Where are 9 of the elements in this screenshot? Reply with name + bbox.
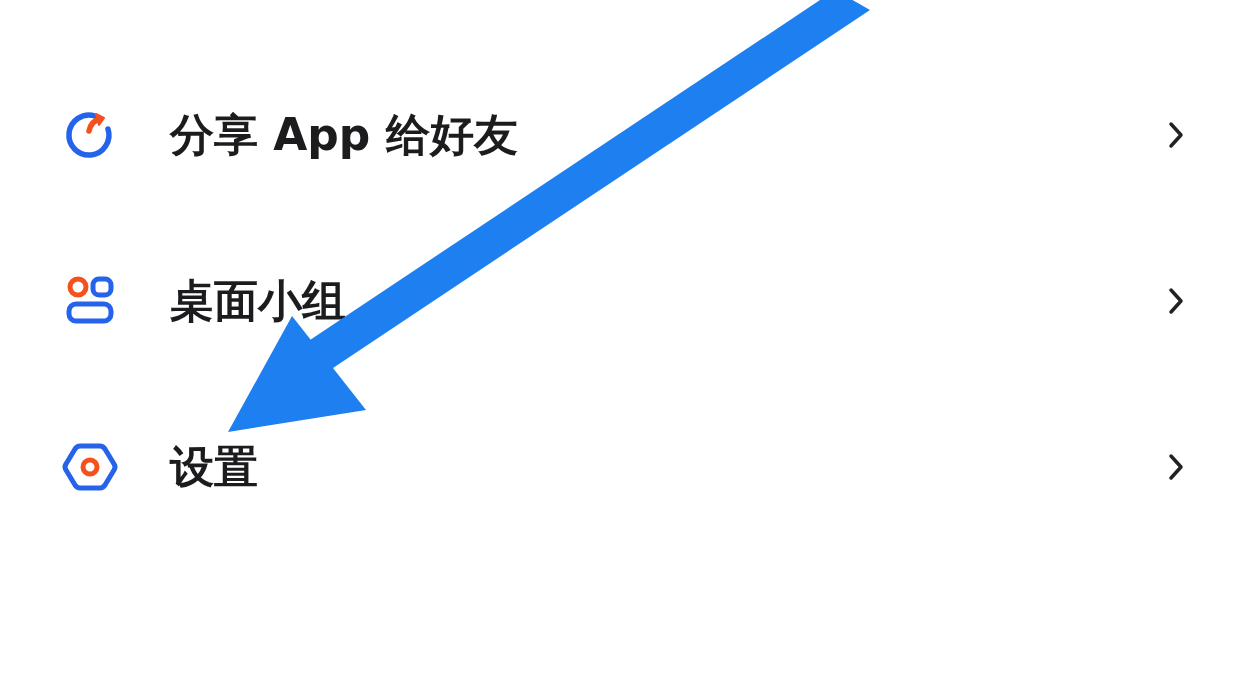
menu-item[interactable]: 桌面小组	[0, 218, 1242, 384]
chevron-right-icon	[1166, 120, 1186, 150]
menu-item[interactable]: 分享 App 给好友	[0, 52, 1242, 218]
menu-label: 设置	[170, 439, 259, 494]
menu-label: 桌面小组	[170, 273, 347, 328]
menu-label: 分享 App 给好友	[170, 107, 519, 162]
menu-item[interactable]: 设置	[0, 384, 1242, 550]
chevron-right-icon	[1166, 452, 1186, 482]
chevron-right-icon	[1166, 286, 1186, 316]
